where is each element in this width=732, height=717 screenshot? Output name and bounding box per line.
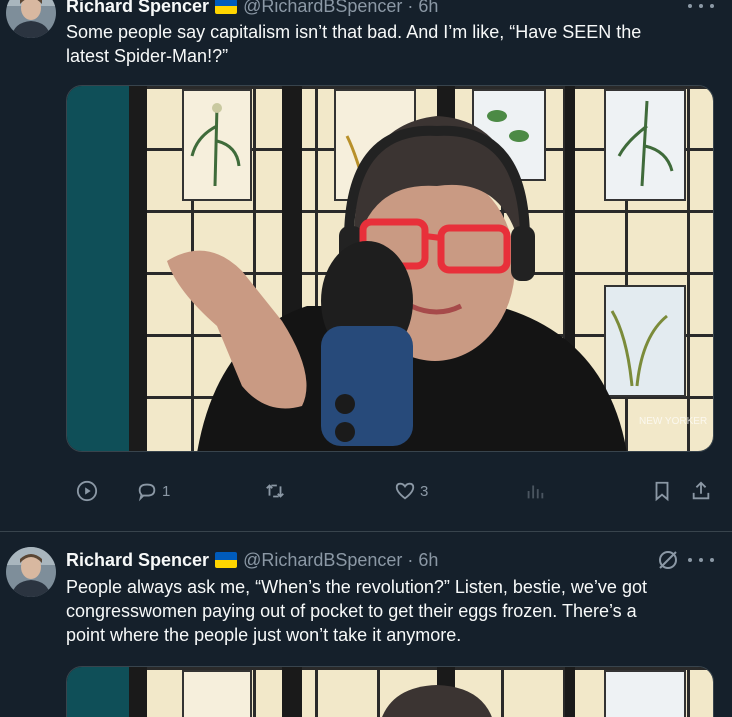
avatar[interactable] xyxy=(6,0,56,38)
verified-flag-icon xyxy=(215,552,238,568)
verified-flag-icon xyxy=(215,0,238,14)
like-icon xyxy=(395,482,415,500)
like-count: 3 xyxy=(420,482,429,500)
views-button[interactable] xyxy=(524,476,550,506)
video-player[interactable]: NEW YORKER xyxy=(66,85,714,452)
action-bar: 1 3 xyxy=(66,476,714,506)
tweet-text-line: congresswomen paying out of pocket to ge… xyxy=(66,601,637,621)
more-icon[interactable] xyxy=(688,0,714,16)
bookmark-icon xyxy=(655,481,669,502)
like-button[interactable]: 3 xyxy=(394,476,428,506)
tweet-text-line: latest Spider-Man!?” xyxy=(66,46,229,66)
tweet-header: Richard Spencer @RichardBSpencer · 6h xyxy=(66,548,438,572)
repost-button[interactable] xyxy=(264,476,290,506)
more-icon[interactable] xyxy=(688,550,714,570)
video-frame xyxy=(67,667,713,717)
tweet[interactable]: Richard Spencer @RichardBSpencer · 6h Pe… xyxy=(0,531,732,717)
reply-count: 1 xyxy=(162,482,171,500)
tweet-text-line: Some people say capitalism isn’t that ba… xyxy=(66,22,642,42)
separator: · xyxy=(407,549,414,570)
separator: · xyxy=(407,0,414,16)
repost-icon xyxy=(266,484,284,498)
tweet-header: Richard Spencer @RichardBSpencer · 6h xyxy=(66,0,438,18)
author-name[interactable]: Richard Spencer xyxy=(66,0,209,17)
reply-icon xyxy=(138,483,156,502)
avatar[interactable] xyxy=(6,547,56,597)
tweet[interactable]: Richard Spencer @RichardBSpencer · 6h So… xyxy=(0,0,732,531)
author-handle[interactable]: @RichardBSpencer xyxy=(243,0,402,17)
play-button[interactable] xyxy=(76,476,98,506)
bookmark-button[interactable] xyxy=(651,476,673,506)
play-icon xyxy=(76,480,98,502)
views-icon xyxy=(527,485,544,499)
share-button[interactable] xyxy=(690,476,712,506)
author-handle[interactable]: @RichardBSpencer xyxy=(243,550,402,571)
author-name[interactable]: Richard Spencer xyxy=(66,550,209,571)
timestamp[interactable]: 6h xyxy=(418,0,438,17)
tweet-text-line: People always ask me, “When’s the revolu… xyxy=(66,577,647,597)
video-player[interactable] xyxy=(66,666,714,717)
share-icon xyxy=(692,481,710,500)
tweet-text-line: point where the people just won’t take i… xyxy=(66,625,462,645)
video-watermark: NEW YORKER xyxy=(639,416,707,427)
timestamp[interactable]: 6h xyxy=(418,550,438,571)
tweet-text: Some people say capitalism isn’t that ba… xyxy=(66,20,706,68)
reply-button[interactable]: 1 xyxy=(136,476,170,506)
grok-icon[interactable] xyxy=(656,548,680,572)
video-frame: NEW YORKER xyxy=(67,86,713,451)
tweet-text: People always ask me, “When’s the revolu… xyxy=(66,575,706,647)
